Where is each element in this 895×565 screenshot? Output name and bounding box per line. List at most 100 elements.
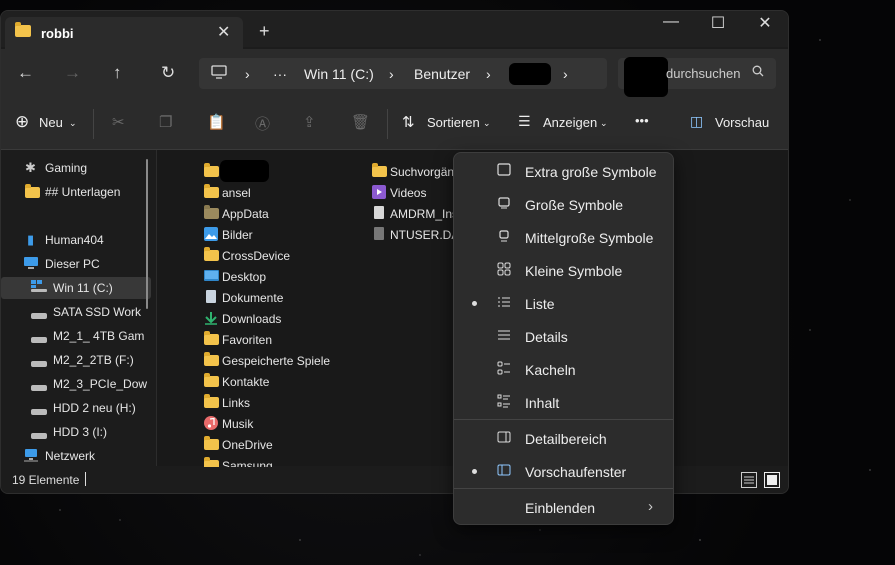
- address-bar[interactable]: › ··· Win 11 (C:) › Benutzer › ›: [199, 58, 607, 89]
- delete-icon[interactable]: 🗑: [351, 113, 370, 131]
- redacted-folder-name: [220, 160, 269, 182]
- menu-item-preview-pane[interactable]: Vorschaufenster: [454, 456, 673, 486]
- sidebar-item-unterlagen[interactable]: ## Unterlagen: [1, 181, 151, 203]
- breadcrumb-chevron: ›: [486, 66, 491, 82]
- folder-icon: [204, 394, 219, 411]
- desktop-icon: [204, 269, 219, 286]
- sidebar-item-label: Gaming: [45, 161, 88, 175]
- menu-item-medium-icons[interactable]: Mittelgroße Symbole: [454, 222, 673, 252]
- sort-icon: ⇅: [402, 114, 415, 131]
- sidebar-item-label: Win 11 (C:): [53, 281, 113, 295]
- up-button[interactable]: ↑: [113, 63, 122, 83]
- menu-item-tiles[interactable]: Kacheln: [454, 354, 673, 384]
- menu-item-small-icons[interactable]: Kleine Symbole: [454, 255, 673, 285]
- sidebar-item-gaming[interactable]: ✱ Gaming: [1, 157, 151, 179]
- breadcrumb-ellipsis[interactable]: ···: [273, 66, 287, 82]
- menu-item-list[interactable]: Liste: [454, 288, 673, 318]
- preview-pane-icon: ◫: [690, 113, 704, 129]
- file-name: Musik: [222, 417, 254, 431]
- sidebar-item-label: ## Unterlagen: [45, 185, 121, 199]
- view-dropdown-menu: Extra große Symbole Große Symbole Mittel…: [453, 152, 674, 525]
- breadcrumb-chevron: ›: [389, 66, 394, 82]
- sidebar-item-network[interactable]: Netzwerk: [1, 445, 151, 467]
- phone-icon: ▮: [27, 232, 35, 247]
- drive-icon: [31, 380, 47, 395]
- menu-item-details-pane[interactable]: Detailbereich: [454, 423, 673, 453]
- sidebar-item-hdd2[interactable]: HDD 2 neu (H:): [1, 397, 151, 419]
- tab-close-icon[interactable]: ✕: [217, 22, 230, 42]
- back-button[interactable]: ←: [17, 63, 34, 83]
- view-icon: ☰: [518, 113, 531, 129]
- view-button[interactable]: Anzeigen: [543, 115, 597, 130]
- file-name: CrossDevice: [222, 249, 291, 263]
- folder-icon: [204, 247, 219, 264]
- menu-item-content[interactable]: Inhalt: [454, 387, 673, 417]
- menu-item-label: Details: [525, 329, 568, 345]
- file-name: Links: [222, 396, 251, 410]
- menu-item-details[interactable]: Details: [454, 321, 673, 351]
- sidebar-item-label: M2_3_PCIe_Dow: [53, 377, 148, 391]
- new-tab-button[interactable]: +: [259, 21, 270, 42]
- minimize-button[interactable]: —: [648, 13, 694, 31]
- redacted-search-prefix: [624, 57, 668, 97]
- file-name: ansel: [222, 186, 251, 200]
- sidebar-item-sata-ssd[interactable]: SATA SSD Work: [1, 301, 151, 323]
- pc-icon: [211, 65, 227, 82]
- preview-button[interactable]: Vorschau: [715, 115, 769, 130]
- search-icon: [752, 65, 764, 80]
- chevron-right-icon: ›: [648, 498, 653, 515]
- file-name: Kontakte: [222, 375, 270, 389]
- sidebar-item-this-pc[interactable]: Dieser PC: [1, 253, 151, 275]
- video-icon: [372, 185, 386, 202]
- menu-divider: [454, 419, 673, 420]
- navigation-pane: ✱ Gaming ## Unterlagen ▮ Human404 Dieser…: [1, 150, 157, 466]
- breadcrumb-chevron: ›: [245, 66, 250, 82]
- forward-button[interactable]: →: [64, 63, 81, 83]
- details-view-icon[interactable]: [741, 472, 757, 488]
- new-button[interactable]: Neu: [39, 115, 63, 130]
- breadcrumb-users[interactable]: Benutzer: [414, 66, 470, 82]
- copy-icon[interactable]: ❐: [159, 113, 172, 131]
- maximize-button[interactable]: ☐: [695, 13, 741, 33]
- sidebar-item-label: SATA SSD Work: [53, 305, 142, 319]
- selected-indicator: [472, 469, 477, 474]
- folder-icon: [204, 331, 219, 348]
- menu-item-label: Detailbereich: [525, 431, 607, 447]
- paste-icon[interactable]: 📋: [207, 113, 226, 131]
- tab-robbi[interactable]: robbi ✕: [5, 17, 243, 49]
- sidebar-item-m2-1[interactable]: M2_1_ 4TB Gam: [1, 325, 151, 347]
- rename-icon[interactable]: Ⓐ: [255, 113, 270, 134]
- close-button[interactable]: ✕: [742, 13, 788, 33]
- menu-item-label: Extra große Symbole: [525, 164, 657, 180]
- sidebar-scrollbar[interactable]: [146, 159, 148, 309]
- menu-item-label: Liste: [525, 296, 555, 312]
- sidebar-item-m2-3[interactable]: M2_3_PCIe_Dow: [1, 373, 151, 395]
- drive-icon: [31, 308, 47, 323]
- search-box[interactable]: durchsuchen: [618, 57, 776, 97]
- cut-icon[interactable]: ✂: [112, 113, 125, 131]
- sidebar-item-label: Human404: [45, 233, 104, 247]
- document-icon: [374, 227, 384, 243]
- more-options-button[interactable]: •••: [635, 113, 649, 128]
- sidebar-item-win11-c[interactable]: Win 11 (C:): [1, 277, 151, 299]
- sort-button[interactable]: Sortieren: [427, 115, 480, 130]
- sidebar-item-human404[interactable]: ▮ Human404: [1, 229, 151, 251]
- sidebar-item-hdd3[interactable]: HDD 3 (I:): [1, 421, 151, 443]
- menu-item-large-icons[interactable]: Große Symbole: [454, 189, 673, 219]
- item-count: 19 Elemente: [12, 473, 80, 487]
- windows-drive-icon: [31, 280, 47, 295]
- menu-item-show[interactable]: Einblenden ›: [454, 492, 673, 522]
- folder-icon: [25, 184, 40, 201]
- search-placeholder: durchsuchen: [666, 66, 741, 81]
- breadcrumb-drive[interactable]: Win 11 (C:): [304, 66, 374, 82]
- menu-item-extra-large-icons[interactable]: Extra große Symbole: [454, 156, 673, 186]
- drive-icon: [31, 428, 47, 443]
- folder-icon: [204, 163, 219, 180]
- sidebar-item-m2-2[interactable]: M2_2_2TB (F:): [1, 349, 151, 371]
- share-icon[interactable]: ⇪: [303, 113, 316, 131]
- details-icon: [496, 328, 512, 345]
- command-bar: ⊕ Neu ⌄ ✂ ❐ 📋 Ⓐ ⇪ 🗑 ⇅ Sortieren ⌄ ☰ Anze…: [1, 99, 788, 150]
- refresh-button[interactable]: ↻: [161, 63, 175, 83]
- menu-item-label: Kleine Symbole: [525, 263, 623, 279]
- large-icons-view-icon[interactable]: [764, 472, 780, 488]
